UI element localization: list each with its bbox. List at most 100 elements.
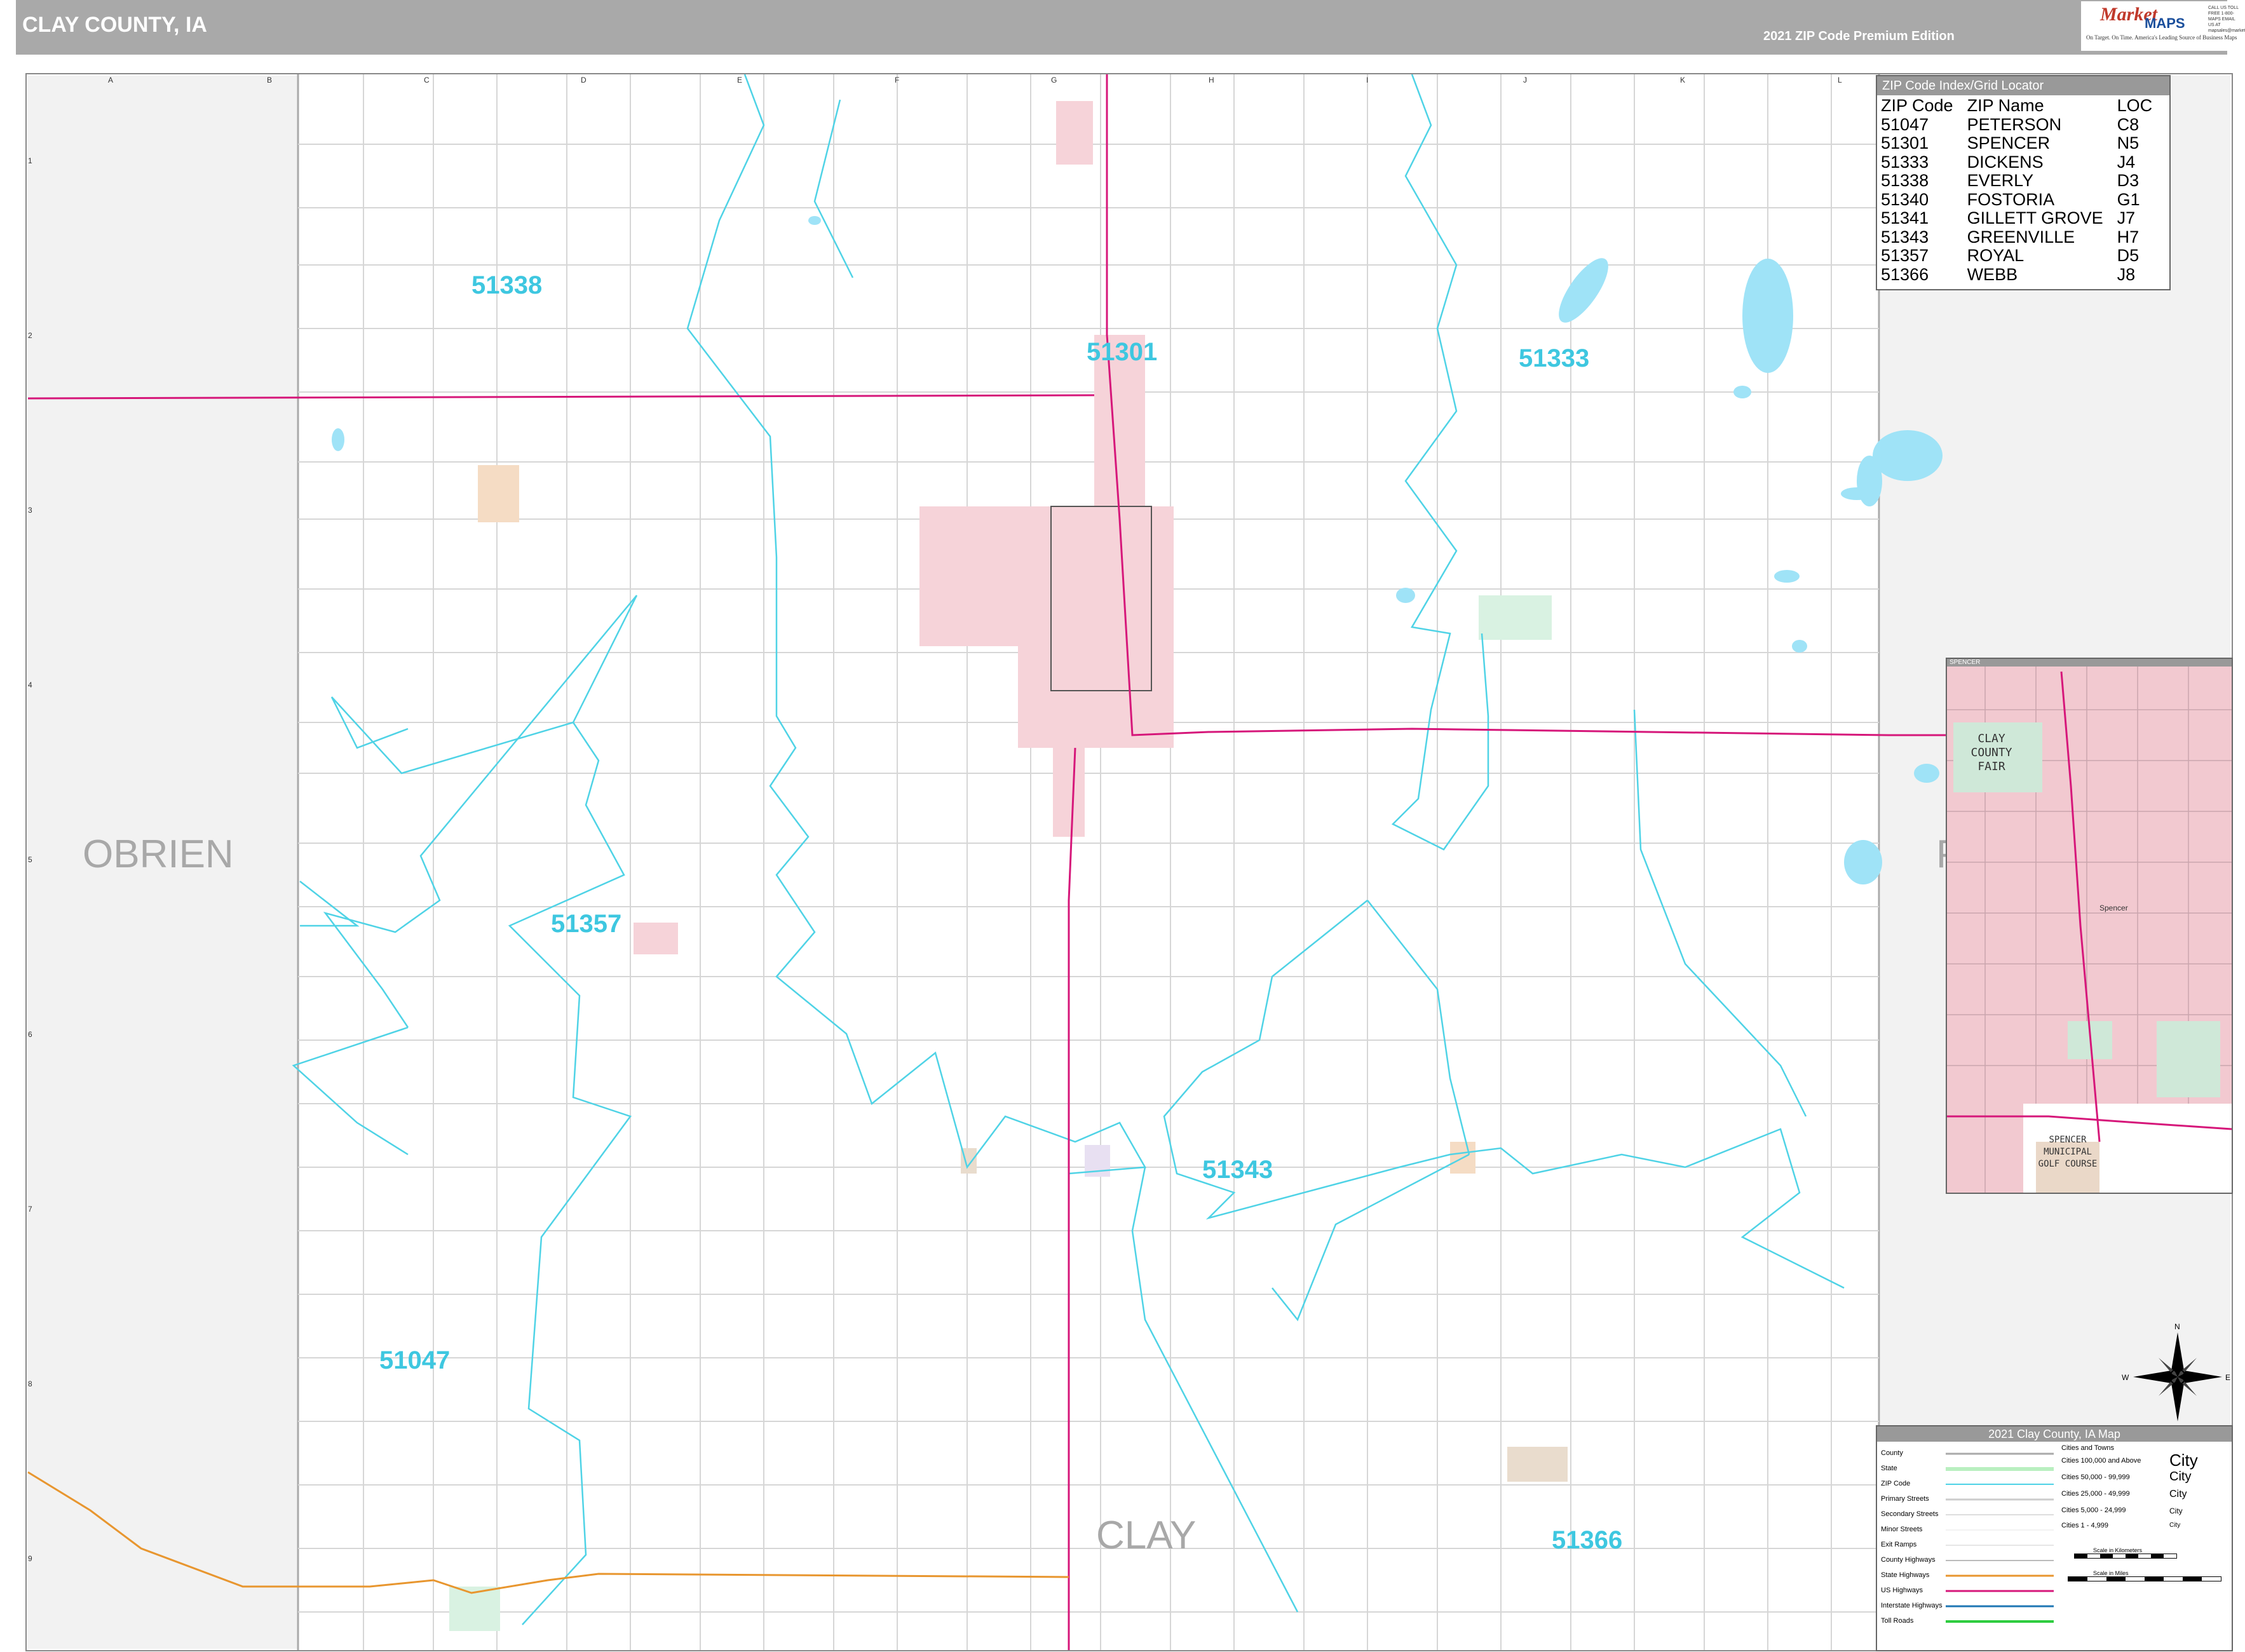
map-legend: 2021 Clay County, IA Map County State ZI…	[1876, 1425, 2233, 1651]
inset-golf-label: SPENCER MUNICIPAL GOLF COURSE	[2038, 1135, 2098, 1169]
loc-cell: N5	[2117, 133, 2140, 152]
zip-cell: 51343	[1881, 227, 1929, 247]
legend-city-sample: City	[2169, 1506, 2183, 1515]
legend-item-exit: Exit Ramps	[1881, 1541, 1917, 1548]
royal-area	[634, 923, 678, 954]
zip-cell: 51366	[1881, 264, 1929, 284]
dickens-area	[1479, 595, 1552, 640]
legend-item-interstate: Interstate Highways	[1881, 1602, 1943, 1609]
grid-row-3: 3	[28, 506, 32, 515]
inset-city-label: Spencer	[2099, 904, 2128, 912]
legend-item-toll: Toll Roads	[1881, 1617, 1914, 1625]
grid-row-9: 9	[28, 1554, 32, 1563]
grid-labels: A B C D E F G H I J K L M N 1 2 3 4 5 6 …	[28, 76, 2158, 1563]
zip-label-51301: 51301	[1087, 338, 1157, 366]
locator-header-row: ZIP Code ZIP Name LOC	[1881, 96, 2166, 116]
zip-cell: 51301	[1881, 133, 1929, 152]
logo-tagline: On Target. On Time. America's Leading So…	[2086, 34, 2237, 41]
logo-contact: CALL US TOLL FREE 1-800-MAPS EMAIL US AT…	[2208, 6, 2245, 33]
inset-title: SPENCER	[1947, 659, 2232, 667]
grid-col-L: L	[1838, 76, 1842, 85]
name-cell: WEBB	[1967, 264, 2018, 284]
legend-city-class: Cities 50,000 - 99,999	[2061, 1473, 2130, 1481]
name-cell: ROYAL	[1967, 246, 2025, 265]
map-header: CLAY COUNTY, IA 2021 ZIP Code Premium Ed…	[16, 0, 2245, 55]
legend-item-state: State	[1881, 1465, 1897, 1472]
grid-col-K: K	[1680, 76, 1685, 85]
grid-col-I: I	[1366, 76, 1368, 85]
name-cell: FOSTORIA	[1967, 189, 2055, 209]
table-row: 51341 GILLETT GROVE J7	[1881, 208, 2166, 228]
legend-swatches	[1946, 1452, 2054, 1623]
legend-item-us-hwy: US Highways	[1881, 1587, 1923, 1594]
compass-n: N	[2174, 1322, 2180, 1331]
street-grid	[298, 74, 1879, 1650]
map-title: CLAY COUNTY, IA	[22, 13, 207, 37]
zip-label-51366: 51366	[1552, 1526, 1622, 1554]
inset-fair-label: CLAY COUNTY FAIR	[1970, 732, 2012, 773]
legend-item-county-hwy: County Highways	[1881, 1556, 1936, 1564]
name-cell: EVERLY	[1967, 171, 2034, 190]
compass-w: W	[2122, 1373, 2129, 1382]
name-cell: PETERSON	[1967, 114, 2062, 134]
grid-row-2: 2	[28, 331, 32, 340]
locator-title: ZIP Code Index/Grid Locator	[1877, 76, 2169, 95]
zip-locator-table: ZIP Code Index/Grid Locator ZIP Code ZIP…	[1876, 75, 2171, 290]
logo-secondary: MAPS	[2145, 15, 2185, 31]
everly-area	[478, 465, 519, 522]
legend-city-sample: City	[2169, 1451, 2198, 1470]
grid-row-6: 6	[28, 1030, 32, 1039]
grid-col-B: B	[267, 76, 272, 85]
county-label-clay: CLAY	[1096, 1513, 1196, 1557]
legend-item-zip: ZIP Code	[1881, 1480, 1911, 1487]
legend-city-class: Cities 1 - 4,999	[2061, 1522, 2108, 1529]
legend-item-minor: Minor Streets	[1881, 1526, 1923, 1533]
grid-row-1: 1	[28, 156, 32, 165]
grid-col-A: A	[108, 76, 113, 85]
zip-cell: 51338	[1881, 171, 1929, 190]
county-map: A B C D E F G H I J K L M N 1 2 3 4 5 6 …	[27, 74, 2232, 1650]
loc-cell: J4	[2117, 152, 2136, 172]
loc-cell: D5	[2117, 246, 2140, 265]
table-row: 51301 SPENCER N5	[1881, 133, 2166, 153]
grid-row-8: 8	[28, 1379, 32, 1388]
fostoria-area	[1056, 101, 1093, 165]
loc-cell: J8	[2117, 264, 2136, 284]
table-row: 51366 WEBB J8	[1881, 264, 2166, 285]
loc-cell: J7	[2117, 208, 2136, 227]
city-areas	[449, 101, 1568, 1631]
spencer-city-area	[1018, 506, 1174, 748]
legend-title: 2021 Clay County, IA Map	[1877, 1426, 2232, 1442]
grid-col-E: E	[737, 76, 742, 85]
table-row: 51338 EVERLY D3	[1881, 171, 2166, 191]
zip-label-51338: 51338	[471, 271, 542, 299]
county-label-obrien: OBRIEN	[83, 832, 234, 876]
grid-col-J: J	[1523, 76, 1527, 85]
grid-row-5: 5	[28, 855, 32, 864]
grid-col-H: H	[1209, 76, 1214, 85]
loc-cell: H7	[2117, 227, 2140, 247]
legend-item-primary: Primary Streets	[1881, 1495, 1929, 1503]
locator-header: LOC	[2117, 96, 2153, 115]
loc-cell: D3	[2117, 171, 2140, 190]
zip-label-51333: 51333	[1519, 344, 1589, 372]
zip-label-51047: 51047	[379, 1346, 450, 1374]
legend-city-sample: City	[2169, 1489, 2187, 1500]
locator-header: ZIP Code	[1881, 96, 1953, 115]
zip-label-51343: 51343	[1202, 1156, 1273, 1184]
grid-col-C: C	[424, 76, 430, 85]
legend-scale-km: Scale in Kilometers	[2093, 1547, 2143, 1554]
zip-label-51357: 51357	[551, 910, 621, 938]
legend-item-state-hwy: State Highways	[1881, 1571, 1930, 1579]
table-row: 51357 ROYAL D5	[1881, 246, 2166, 266]
zip-cell: 51340	[1881, 189, 1929, 209]
loc-cell: G1	[2117, 189, 2140, 209]
legend-city-sample: City	[2169, 1522, 2181, 1529]
locator-grid: ZIP Code ZIP Name LOC 51047 PETERSON C8 51…	[1881, 96, 2166, 285]
zip-cell: 51341	[1881, 208, 1929, 227]
scale-bar-km	[2074, 1554, 2177, 1559]
scale-bar-mi	[2068, 1576, 2221, 1581]
name-cell: GILLETT GROVE	[1967, 208, 2103, 227]
loc-cell: C8	[2117, 114, 2140, 134]
table-row: 51047 PETERSON C8	[1881, 114, 2166, 135]
